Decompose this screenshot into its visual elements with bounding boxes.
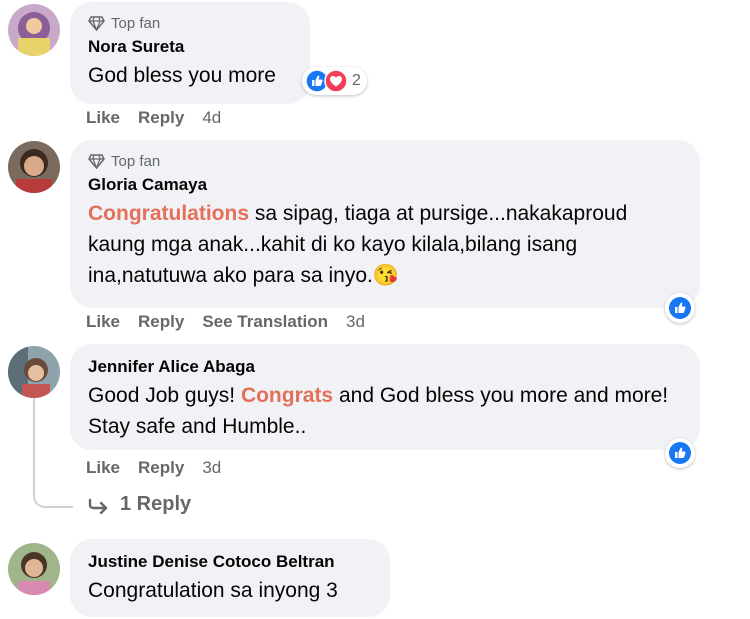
like-reaction-icon (669, 442, 691, 464)
like-button[interactable]: Like (86, 458, 120, 478)
highlighted-keyword[interactable]: Congratulations (88, 202, 249, 225)
reaction-count: 2 (352, 72, 361, 89)
top-fan-badge: Top fan (88, 14, 292, 32)
avatar[interactable] (8, 543, 60, 595)
see-translation-button[interactable]: See Translation (202, 312, 328, 332)
avatar[interactable] (8, 346, 60, 398)
comment-timestamp[interactable]: 3d (202, 458, 221, 478)
kiss-emoji: 😘 (372, 264, 400, 287)
comment-text: God bless you more (88, 64, 276, 87)
like-button[interactable]: Like (86, 108, 120, 128)
reaction-summary[interactable]: 2 (302, 67, 367, 95)
comment-bubble: Jennifer Alice Abaga Good Job guys! Cong… (70, 344, 700, 450)
comment-timestamp[interactable]: 3d (346, 312, 365, 332)
comment-author[interactable]: Jennifer Alice Abaga (88, 356, 682, 378)
diamond-icon (88, 153, 105, 169)
like-button[interactable]: Like (86, 312, 120, 332)
reply-button[interactable]: Reply (138, 312, 184, 332)
avatar[interactable] (8, 4, 60, 56)
comment-text: Congratulations sa sipag, tiaga at pursi… (88, 198, 688, 291)
top-fan-label: Top fan (111, 14, 161, 32)
reply-button[interactable]: Reply (138, 108, 184, 128)
reply-arrow-icon (88, 498, 108, 514)
comment-text: Congratulation sa inyong 3 (88, 579, 338, 602)
top-fan-label: Top fan (111, 152, 161, 170)
comment-actions: Like Reply See Translation 3d (86, 312, 365, 332)
reaction-summary[interactable] (665, 438, 695, 468)
love-reaction-icon (324, 69, 348, 93)
reply-thread-line (33, 398, 73, 508)
comment-text: Good Job guys! Congrats and God bless yo… (88, 380, 688, 442)
comment-author[interactable]: Justine Denise Cotoco Beltran (88, 551, 372, 573)
view-replies-button[interactable]: 1 Reply (88, 493, 191, 516)
top-fan-badge: Top fan (88, 152, 682, 170)
comment-timestamp[interactable]: 4d (202, 108, 221, 128)
diamond-icon (88, 15, 105, 31)
comment-text-start: Good Job guys! (88, 384, 241, 407)
comment-bubble: Top fan Gloria Camaya Congratulations sa… (70, 140, 700, 308)
comment-actions: Like Reply 3d (86, 458, 221, 478)
comment-author[interactable]: Nora Sureta (88, 36, 292, 58)
avatar[interactable] (8, 141, 60, 193)
comment-actions: Like Reply 4d (86, 108, 221, 128)
like-reaction-icon (669, 297, 691, 319)
comment-bubble: Justine Denise Cotoco Beltran Congratula… (70, 539, 390, 617)
reply-button[interactable]: Reply (138, 458, 184, 478)
replies-count-label: 1 Reply (120, 493, 192, 515)
highlighted-keyword[interactable]: Congrats (241, 384, 333, 407)
comment-bubble: Top fan Nora Sureta God bless you more (70, 2, 310, 104)
reaction-summary[interactable] (665, 293, 695, 323)
comment-author[interactable]: Gloria Camaya (88, 174, 682, 196)
